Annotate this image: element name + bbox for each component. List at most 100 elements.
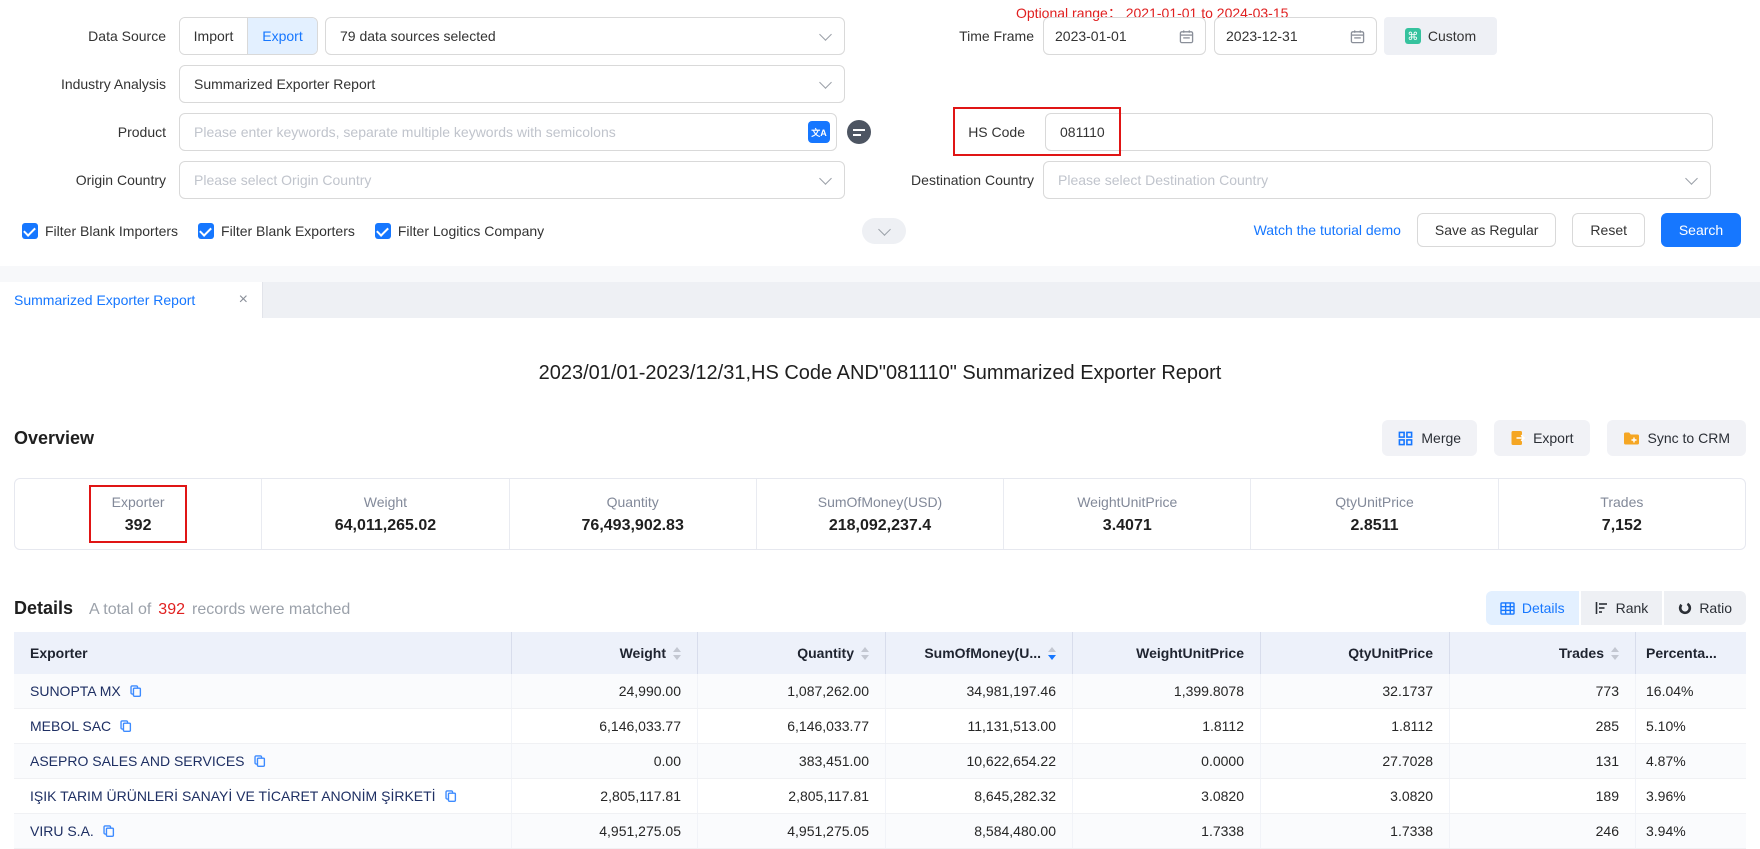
merge-button[interactable]: Merge	[1382, 420, 1477, 456]
panel-divider	[0, 266, 1760, 282]
save-as-regular-button[interactable]: Save as Regular	[1417, 213, 1557, 247]
quantity-cell: 6,146,033.77	[698, 709, 886, 743]
weight-cell: 2,805,117.81	[512, 779, 698, 813]
destination-country-dropdown[interactable]: Please select Destination Country	[1043, 161, 1711, 199]
data-sources-value: 79 data sources selected	[340, 28, 496, 44]
qty-unit-price-cell: 1.7338	[1261, 814, 1450, 848]
stat-value: 218,092,237.4	[829, 517, 931, 535]
copy-icon[interactable]	[129, 684, 142, 698]
exporter-cell[interactable]: MEBOL SAC	[14, 709, 512, 743]
weight-unit-price-cell: 1,399.8078	[1073, 674, 1261, 708]
translate-icon[interactable]: 文A	[808, 121, 830, 143]
comment-icon[interactable]	[847, 120, 871, 144]
details-view-button[interactable]: Details	[1486, 591, 1579, 625]
column-header-quantity[interactable]: Quantity	[698, 632, 886, 674]
exporter-cell[interactable]: IŞIK TARIM ÜRÜNLERİ SANAYİ VE TİCARET AN…	[14, 779, 512, 813]
table-row: VIRU S.A. 4,951,275.05 4,951,275.05 8,58…	[14, 814, 1746, 849]
rank-view-button[interactable]: Rank	[1581, 591, 1663, 625]
checkbox-checked-icon	[375, 223, 391, 239]
start-date-value: 2023-01-01	[1055, 28, 1127, 44]
weight-unit-price-cell: 0.0000	[1073, 744, 1261, 778]
export-toggle-button[interactable]: Export	[247, 18, 317, 54]
merge-grid-icon	[1398, 431, 1413, 446]
details-heading: Details	[14, 598, 73, 619]
sort-icon-active-desc[interactable]	[1048, 647, 1056, 660]
end-date-picker[interactable]: 2023-12-31	[1214, 17, 1377, 55]
column-header-sum-of-money[interactable]: SumOfMoney(U...	[886, 632, 1073, 674]
expand-filters-button[interactable]	[862, 218, 906, 244]
checkbox-checked-icon	[22, 223, 38, 239]
chevron-down-icon	[878, 223, 891, 236]
copy-icon[interactable]	[102, 824, 115, 838]
exporter-cell[interactable]: SUNOPTA MX	[14, 674, 512, 708]
tutorial-demo-link[interactable]: Watch the tutorial demo	[1254, 222, 1401, 238]
stat-trades: Trades 7,152	[1498, 479, 1745, 549]
export-button[interactable]: Export	[1494, 420, 1589, 456]
sort-icon[interactable]	[861, 647, 869, 660]
custom-range-button[interactable]: ⌘ Custom	[1384, 17, 1497, 55]
reset-button[interactable]: Reset	[1572, 213, 1645, 247]
qty-unit-price-cell: 32.1737	[1261, 674, 1450, 708]
copy-icon[interactable]	[253, 754, 266, 768]
copy-icon[interactable]	[119, 719, 132, 733]
tab-summarized-exporter-report[interactable]: Summarized Exporter Report ×	[0, 282, 263, 318]
exporter-name-link[interactable]: IŞIK TARIM ÜRÜNLERİ SANAYİ VE TİCARET AN…	[30, 788, 436, 804]
data-sources-dropdown[interactable]: 79 data sources selected	[325, 17, 845, 55]
sort-icon[interactable]	[1611, 647, 1619, 660]
exporter-cell[interactable]: VIRU S.A.	[14, 814, 512, 848]
custom-button-label: Custom	[1428, 28, 1476, 44]
column-header-percentage: Percenta...	[1636, 632, 1746, 674]
stat-value: 3.4071	[1103, 517, 1152, 535]
search-button[interactable]: Search	[1661, 213, 1741, 247]
ratio-view-button[interactable]: Ratio	[1664, 591, 1746, 625]
column-header-weight[interactable]: Weight	[512, 632, 698, 674]
checkbox-checked-icon	[198, 223, 214, 239]
origin-country-dropdown[interactable]: Please select Origin Country	[179, 161, 845, 199]
qty-unit-price-cell: 1.8112	[1261, 709, 1450, 743]
filter-logitics-company-checkbox[interactable]: Filter Logitics Company	[375, 223, 544, 239]
quantity-cell: 1,087,262.00	[698, 674, 886, 708]
origin-country-label: Origin Country	[0, 172, 166, 188]
exporter-name-link[interactable]: MEBOL SAC	[30, 718, 111, 734]
sort-icon[interactable]	[673, 647, 681, 660]
exporter-name-link[interactable]: ASEPRO SALES AND SERVICES	[30, 753, 245, 769]
filter-blank-exporters-checkbox[interactable]: Filter Blank Exporters	[198, 223, 355, 239]
tab-bar: Summarized Exporter Report ×	[0, 282, 1760, 318]
summary-suffix: records were matched	[192, 601, 350, 619]
quantity-cell: 4,951,275.05	[698, 814, 886, 848]
copy-icon[interactable]	[444, 789, 457, 803]
industry-analysis-label: Industry Analysis	[0, 76, 166, 92]
hs-code-input[interactable]	[1045, 113, 1713, 151]
export-button-label: Export	[1533, 430, 1573, 446]
stat-label: SumOfMoney(USD)	[818, 494, 942, 510]
rank-bars-icon	[1595, 601, 1609, 615]
industry-analysis-dropdown[interactable]: Summarized Exporter Report	[179, 65, 845, 103]
percentage-cell: 5.10%	[1636, 709, 1746, 743]
trades-cell: 246	[1450, 814, 1636, 848]
percentage-cell: 16.04%	[1636, 674, 1746, 708]
product-keywords-input[interactable]	[179, 113, 837, 151]
stat-value: 2.8511	[1351, 517, 1399, 535]
exporter-name-link[interactable]: VIRU S.A.	[30, 823, 94, 839]
start-date-picker[interactable]: 2023-01-01	[1043, 17, 1206, 55]
exporter-name-link[interactable]: SUNOPTA MX	[30, 683, 121, 699]
chevron-down-icon	[1685, 172, 1698, 185]
overview-heading: Overview	[14, 428, 94, 449]
hs-code-label: HS Code	[871, 124, 1025, 140]
weight-cell: 6,146,033.77	[512, 709, 698, 743]
column-header-qty-unit-price: QtyUnitPrice	[1261, 632, 1450, 674]
percentage-cell: 3.94%	[1636, 814, 1746, 848]
sync-to-crm-button[interactable]: Sync to CRM	[1607, 420, 1746, 456]
import-toggle-button[interactable]: Import	[180, 18, 247, 54]
filter-blank-importers-checkbox[interactable]: Filter Blank Importers	[22, 223, 178, 239]
sum-of-money-cell: 8,584,480.00	[886, 814, 1073, 848]
table-row: IŞIK TARIM ÜRÜNLERİ SANAYİ VE TİCARET AN…	[14, 779, 1746, 814]
column-header-trades[interactable]: Trades	[1450, 632, 1636, 674]
sync-to-crm-button-label: Sync to CRM	[1648, 430, 1730, 446]
stat-value: 392	[125, 517, 152, 535]
exporter-cell[interactable]: ASEPRO SALES AND SERVICES	[14, 744, 512, 778]
qty-unit-price-cell: 3.0820	[1261, 779, 1450, 813]
export-file-icon	[1510, 430, 1525, 446]
close-icon[interactable]: ×	[239, 291, 248, 309]
destination-country-label: Destination Country	[845, 172, 1034, 188]
